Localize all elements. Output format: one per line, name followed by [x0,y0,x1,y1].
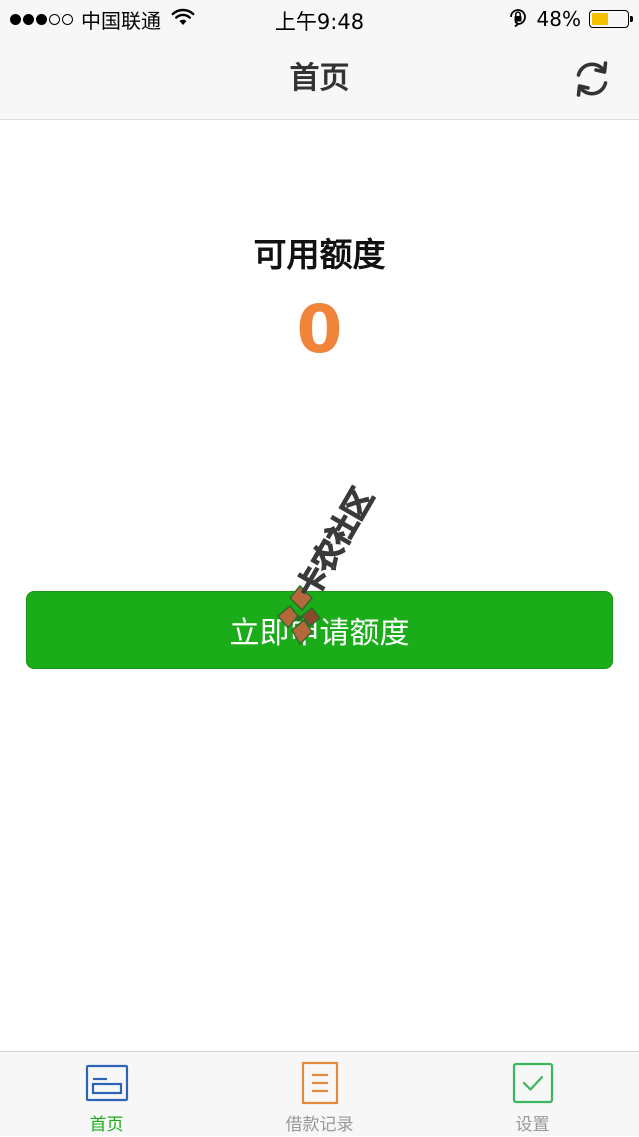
apply-credit-button[interactable]: 立即申请额度 [26,591,613,669]
refresh-icon [576,61,608,97]
battery-fill [592,13,609,25]
refresh-button[interactable] [569,56,615,102]
tab-home[interactable]: 首页 [0,1052,213,1137]
battery-percent: 48% [536,7,581,31]
available-credit-label: 可用额度 [253,235,386,274]
home-icon [85,1062,129,1104]
orientation-lock-icon [507,6,529,33]
tab-bar: 首页 借款记录 设置 [0,1051,639,1136]
tab-loan-records[interactable]: 借款记录 [213,1052,426,1137]
battery-icon [589,10,633,28]
available-credit-value: 0 [296,291,343,368]
battery-tip [630,16,633,22]
watermark-text: 卡农社区 [291,483,381,604]
status-bar: 中国联通 上午9:48 48% [0,0,639,40]
status-right: 48% [507,6,633,33]
tab-loan-records-label: 借款记录 [285,1115,354,1135]
tab-home-label: 首页 [89,1115,124,1135]
navigation-bar: 首页 [0,40,639,120]
checkbox-check-icon [512,1062,554,1104]
document-list-icon [301,1061,339,1105]
page-title: 首页 [289,61,350,96]
tab-settings-label: 设置 [515,1115,550,1135]
tab-settings[interactable]: 设置 [426,1052,639,1137]
